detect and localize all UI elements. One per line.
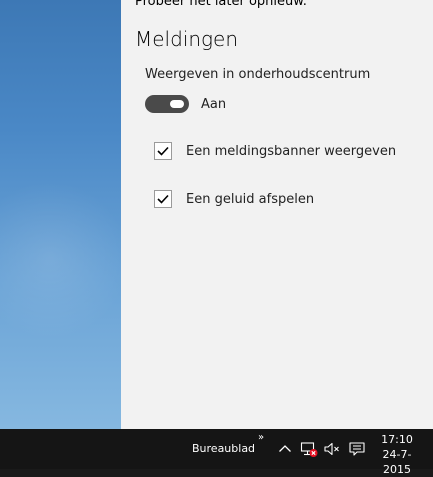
toolbar-overflow-icon[interactable]: » bbox=[258, 432, 264, 443]
clock-date: 24-7-2015 bbox=[382, 448, 412, 476]
toggle-row: Aan bbox=[145, 95, 226, 113]
notification-toggle[interactable] bbox=[145, 95, 189, 113]
banner-option-label: Een meldingsbanner weergeven bbox=[186, 143, 397, 159]
desktop-toolbar-label[interactable]: Bureaublad bbox=[192, 442, 255, 455]
network-error-icon[interactable] bbox=[300, 440, 318, 458]
toggle-state-label: Aan bbox=[201, 96, 227, 112]
sound-option[interactable]: Een geluid afspelen bbox=[154, 189, 314, 209]
section-title: Meldingen bbox=[135, 27, 239, 51]
clock-time: 17:10 bbox=[381, 433, 413, 446]
partial-message-text: Probeer het later opnieuw. bbox=[135, 0, 307, 9]
setting-label: Weergeven in onderhoudscentrum bbox=[145, 67, 371, 82]
taskbar-clock[interactable]: 17:10 24-7-2015 bbox=[374, 432, 420, 477]
sound-option-label: Een geluid afspelen bbox=[186, 191, 315, 207]
taskbar: Bureaublad » 17:10 24-7-2015 bbox=[0, 429, 433, 476]
settings-panel: Probeer het later opnieuw. Meldingen Wee… bbox=[121, 0, 433, 429]
volume-muted-icon[interactable] bbox=[323, 440, 341, 458]
toggle-knob bbox=[170, 100, 184, 108]
desktop-background bbox=[0, 0, 121, 429]
checkmark-icon bbox=[157, 146, 169, 156]
banner-checkbox[interactable] bbox=[154, 142, 172, 160]
checkmark-icon bbox=[157, 194, 169, 204]
sound-checkbox[interactable] bbox=[154, 190, 172, 208]
banner-option[interactable]: Een meldingsbanner weergeven bbox=[154, 141, 396, 161]
action-center-icon[interactable] bbox=[348, 440, 366, 458]
chevron-up-icon[interactable] bbox=[276, 440, 294, 458]
